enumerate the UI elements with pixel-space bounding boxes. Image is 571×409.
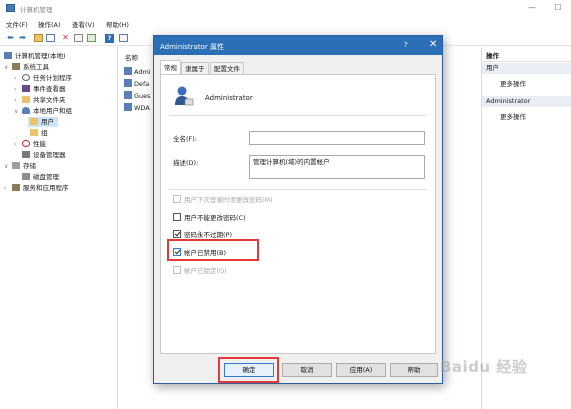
- tree-node-local-users[interactable]: ∨ 本地用户和组: [14, 106, 72, 116]
- computer-management-icon: [6, 4, 15, 12]
- user-list: 名称 Admi Defa Gues WDA: [119, 47, 155, 409]
- computer-icon: [4, 52, 12, 59]
- users-group-icon: [22, 107, 30, 114]
- tab-general[interactable]: 常规: [160, 60, 181, 74]
- list-item[interactable]: Admi: [124, 67, 155, 76]
- tree-node-performance[interactable]: › 性能: [14, 139, 46, 149]
- menu-bar: 文件(F) 操作(A) 查看(V) 帮助(H): [0, 17, 571, 30]
- clock-icon: [22, 74, 30, 81]
- shared-folder-icon: [22, 96, 30, 103]
- tree-node-disk-management[interactable]: 磁盘管理: [22, 172, 59, 182]
- user-icon: [124, 67, 132, 75]
- maximize-button[interactable]: ☐: [548, 2, 568, 14]
- divider: [169, 115, 427, 116]
- tools-icon: [12, 63, 20, 70]
- menu-view[interactable]: 查看(V): [72, 19, 95, 29]
- delete-icon[interactable]: ✕: [60, 33, 71, 43]
- device-manager-icon: [22, 151, 30, 158]
- tab-member-of[interactable]: 隶属于: [181, 62, 209, 74]
- fullname-label: 全名(F):: [173, 135, 198, 143]
- show-hide-tree-icon[interactable]: [46, 34, 55, 42]
- dialog-close-button[interactable]: ✕: [429, 39, 437, 50]
- tree-node-services[interactable]: › 服务和应用程序: [4, 183, 69, 193]
- disk-icon: [22, 173, 30, 180]
- window-titlebar: 计算机管理 — ☐: [0, 0, 571, 17]
- tree-node-root[interactable]: 计算机管理(本地): [4, 51, 66, 61]
- column-header-name[interactable]: 名称: [125, 52, 138, 62]
- tree-node-task-scheduler[interactable]: › 任务计划程序: [14, 73, 72, 83]
- chevron-right-icon[interactable]: ›: [14, 85, 22, 95]
- list-item[interactable]: Defa: [124, 79, 155, 88]
- chevron-right-icon[interactable]: ›: [14, 96, 22, 106]
- list-item[interactable]: WDA: [124, 103, 155, 112]
- menu-action[interactable]: 操作(A): [38, 19, 61, 29]
- help-button[interactable]: 帮助: [390, 363, 438, 377]
- cannot-change-password-checkbox[interactable]: 用户不能更改密码(C): [173, 212, 246, 222]
- dialog-titlebar: Administrator 属性 ? ✕: [154, 36, 442, 55]
- more-actions-link[interactable]: 更多操作: [500, 78, 526, 88]
- storage-icon: [12, 162, 20, 169]
- description-field[interactable]: 管理计算机(域)的内置帐户: [249, 155, 425, 179]
- event-log-icon: [22, 85, 30, 92]
- help-icon[interactable]: ?: [105, 33, 114, 43]
- forward-arrow-icon[interactable]: ➡: [17, 33, 28, 43]
- chevron-right-icon[interactable]: ›: [14, 140, 22, 150]
- chevron-down-icon[interactable]: ∨: [4, 162, 12, 172]
- tree-node-system-tools[interactable]: ∨ 系统工具: [4, 62, 49, 72]
- chevron-down-icon[interactable]: ∨: [14, 107, 22, 117]
- user-icon: [124, 103, 132, 111]
- tree-node-shared-folders[interactable]: › 共享文件夹: [14, 95, 66, 105]
- apply-button[interactable]: 应用(A): [336, 363, 386, 377]
- chevron-down-icon[interactable]: ∨: [4, 63, 12, 73]
- general-tab-panel: Administrator 全名(F): 描述(D): 管理计算机(域)的内置帐…: [160, 74, 436, 354]
- account-locked-checkbox[interactable]: 帐户已锁定(O): [173, 265, 227, 275]
- actions-pane: 操作 用户 更多操作 Administrator 更多操作: [481, 47, 571, 409]
- menu-file[interactable]: 文件(F): [6, 19, 28, 29]
- export-icon[interactable]: [87, 34, 96, 42]
- user-icon: [124, 91, 132, 99]
- username-label: Administrator: [205, 94, 253, 102]
- folder-icon: [30, 129, 38, 136]
- checkmark-icon: [173, 230, 181, 238]
- window-title: 计算机管理: [20, 6, 53, 14]
- highlight-box-disabled: [167, 239, 259, 261]
- user-icon: [124, 79, 132, 87]
- services-icon: [12, 184, 20, 191]
- actions-section-administrator[interactable]: Administrator: [482, 96, 571, 107]
- divider: [169, 189, 427, 190]
- properties-icon[interactable]: [74, 34, 83, 42]
- list-item[interactable]: Gues: [124, 91, 155, 100]
- chevron-right-icon[interactable]: ›: [4, 184, 12, 194]
- dialog-help-button[interactable]: ?: [404, 41, 408, 49]
- dialog-title: Administrator 属性: [160, 43, 224, 51]
- tree-node-groups[interactable]: 组: [28, 128, 48, 138]
- more-actions-link[interactable]: 更多操作: [500, 111, 526, 121]
- password-never-expires-checkbox[interactable]: 密码永不过期(P): [173, 229, 232, 239]
- menu-help[interactable]: 帮助(H): [106, 19, 129, 29]
- must-change-password-checkbox[interactable]: 用户下次登录时须更改密码(M): [173, 194, 273, 204]
- properties-dialog: Administrator 属性 ? ✕ 常规 隶属于 配置文件 Adminis…: [153, 35, 443, 384]
- minimize-button[interactable]: —: [522, 2, 542, 14]
- console-icon[interactable]: [119, 34, 128, 42]
- navigation-tree: 计算机管理(本地) ∨ 系统工具 › 任务计划程序 › 事件查看器 › 共享文件夹 ∨ 本…: [0, 47, 118, 409]
- folder-up-icon[interactable]: [34, 34, 43, 42]
- tab-profile[interactable]: 配置文件: [210, 62, 244, 74]
- tree-node-device-manager[interactable]: 设备管理器: [22, 150, 66, 160]
- highlight-box-ok: [218, 357, 279, 383]
- tree-node-users[interactable]: 用户: [28, 117, 58, 127]
- description-label: 描述(D):: [173, 159, 199, 167]
- tree-node-storage[interactable]: ∨ 存储: [4, 161, 36, 171]
- cancel-button[interactable]: 取消: [282, 363, 332, 377]
- performance-icon: [22, 140, 30, 147]
- actions-header: 操作: [482, 51, 571, 62]
- back-arrow-icon[interactable]: ⬅: [5, 33, 16, 43]
- actions-section-users[interactable]: 用户: [482, 63, 571, 74]
- watermark: Baidu 经验: [440, 358, 528, 376]
- user-avatar-icon: [175, 86, 194, 106]
- chevron-right-icon[interactable]: ›: [14, 74, 22, 84]
- fullname-field[interactable]: [249, 131, 425, 145]
- folder-icon: [30, 118, 38, 125]
- tree-node-event-viewer[interactable]: › 事件查看器: [14, 84, 66, 94]
